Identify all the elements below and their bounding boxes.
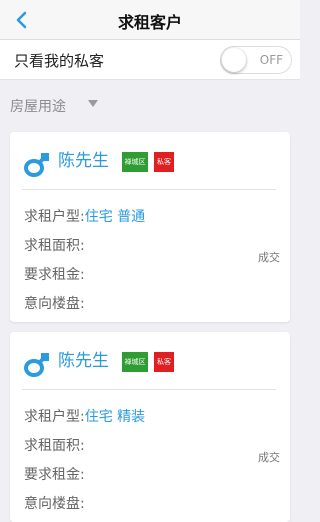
rental-type-value: 住宅: [84, 209, 113, 225]
private-customer-badge: 私客: [154, 352, 174, 372]
toggle-knob: [222, 48, 246, 72]
customer-name: 陈先生: [58, 151, 109, 171]
private-customers-toggle[interactable]: OFF: [220, 46, 292, 74]
male-symbol-icon: [24, 153, 49, 177]
rental-type-label: 求租户型:: [24, 409, 85, 425]
nav-bar: 求租客户: [0, 0, 300, 40]
rental-area-field: 求租面积:: [24, 235, 85, 255]
private-customers-row: 只看我的私客 OFF: [0, 40, 300, 80]
private-customers-label: 只看我的私客: [14, 52, 105, 70]
intended-building-field: 意向楼盘:: [24, 293, 85, 313]
customer-card[interactable]: 陈先生 禅城区 私客 求租户型:住宅 精装 求租面积: 要求租金: 意向楼盘: …: [10, 332, 290, 522]
private-customer-badge: 私客: [154, 152, 174, 172]
card-divider: [22, 189, 276, 190]
district-badge: 禅城区: [122, 352, 148, 372]
required-rent-label: 要求租金:: [24, 267, 85, 283]
toggle-state-text: OFF: [259, 53, 283, 67]
rental-type-value: 住宅: [84, 409, 113, 425]
intended-building-label: 意向楼盘:: [24, 296, 85, 312]
district-badge: 禅城区: [122, 152, 148, 172]
customer-name: 陈先生: [58, 351, 109, 371]
rental-area-field: 求租面积:: [24, 435, 85, 455]
required-rent-field: 要求租金:: [24, 264, 85, 284]
required-rent-label: 要求租金:: [24, 467, 85, 483]
page-title: 求租客户: [117, 13, 182, 32]
caret-down-icon: [88, 100, 98, 107]
deal-button[interactable]: 成交: [258, 449, 280, 465]
rental-type-extra: 精装: [117, 409, 146, 425]
rental-type-field: 求租户型:住宅 普通: [24, 206, 145, 226]
card-divider: [22, 389, 276, 390]
required-rent-field: 要求租金:: [24, 464, 85, 484]
intended-building-label: 意向楼盘:: [24, 496, 85, 512]
rental-type-label: 求租户型:: [24, 209, 85, 225]
property-usage-filter[interactable]: 房屋用途: [0, 80, 300, 130]
intended-building-field: 意向楼盘:: [24, 493, 85, 513]
property-usage-label: 房屋用途: [10, 99, 66, 115]
customer-card[interactable]: 陈先生 禅城区 私客 求租户型:住宅 普通 求租面积: 要求租金: 意向楼盘: …: [10, 132, 290, 322]
deal-button[interactable]: 成交: [258, 249, 280, 265]
rental-type-extra: 普通: [117, 209, 146, 225]
rental-area-label: 求租面积:: [24, 238, 85, 254]
rental-area-label: 求租面积:: [24, 438, 85, 454]
male-symbol-icon: [24, 353, 49, 377]
rental-type-field: 求租户型:住宅 精装: [24, 406, 145, 426]
